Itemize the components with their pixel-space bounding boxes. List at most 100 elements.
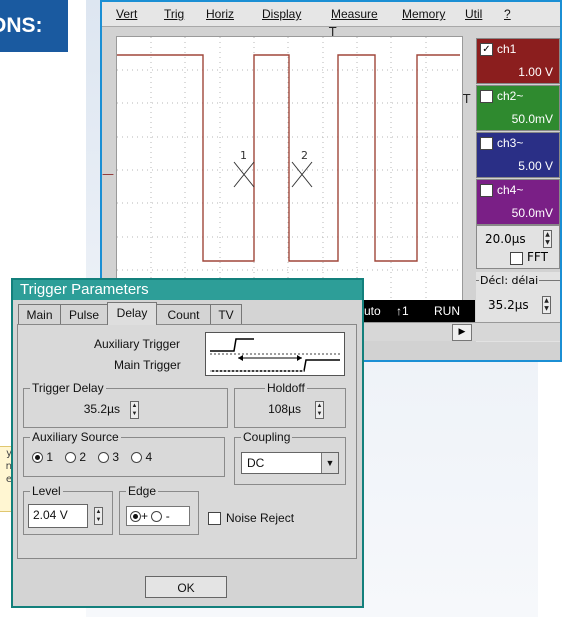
trigger-parameters-dialog: Trigger Parameters Main Pulse Delay Coun… bbox=[11, 278, 364, 608]
trigger-delay-spinner[interactable]: ▲ ▼ bbox=[130, 401, 139, 419]
tab-pulse[interactable]: Pulse bbox=[60, 304, 108, 324]
noise-reject-option[interactable]: Noise Reject bbox=[208, 511, 294, 525]
level-group: Level 2.04 V ▲ ▼ bbox=[23, 484, 113, 535]
holdoff-label: Holdoff bbox=[265, 381, 307, 395]
edge-group: Edge + - bbox=[119, 484, 199, 535]
status-bar: Auto ↑1 RUN bbox=[354, 300, 475, 322]
ch1-label: ch1 bbox=[497, 42, 517, 56]
ch1-waveform bbox=[117, 54, 460, 262]
ch1-scale: 1.00 V bbox=[518, 65, 553, 79]
holdoff-field[interactable]: 108µs bbox=[247, 399, 305, 421]
tab-tv[interactable]: TV bbox=[210, 304, 242, 324]
auxiliary-source-group: Auxiliary Source 1 2 3 4 bbox=[23, 430, 225, 477]
aux-source-option-1[interactable]: 1 bbox=[32, 450, 53, 464]
level-label: Level bbox=[30, 484, 63, 498]
menu-trig[interactable]: Trig bbox=[164, 7, 184, 21]
aux-source-option-4[interactable]: 4 bbox=[131, 450, 152, 464]
dialog-title: Trigger Parameters bbox=[13, 280, 362, 300]
edge-falling-option[interactable]: - bbox=[151, 509, 170, 523]
menu-help[interactable]: ? bbox=[504, 7, 511, 21]
waveform-display[interactable]: 1 2 bbox=[116, 36, 463, 306]
ground-marker-icon: — bbox=[102, 167, 114, 181]
aux-option-label: 4 bbox=[145, 450, 153, 464]
header-banner: ONS: bbox=[0, 0, 68, 52]
tab-delay[interactable]: Delay bbox=[107, 302, 157, 325]
coupling-value: DC bbox=[247, 456, 265, 470]
trigger-delay-field[interactable]: 35.2µs bbox=[54, 399, 124, 421]
delay-timing-diagram bbox=[205, 332, 345, 376]
ch2-label: ch2~ bbox=[497, 89, 524, 103]
trigger-delay-label: Trigger Delay bbox=[30, 381, 106, 395]
channel-1-button[interactable]: ✓ ch1 1.00 V bbox=[476, 38, 560, 84]
ch2-checkbox[interactable] bbox=[480, 89, 493, 103]
menu-memory[interactable]: Memory bbox=[402, 7, 445, 21]
delay-label: Décl: délai bbox=[479, 274, 540, 287]
trigger-source-icon: ↑1 bbox=[396, 304, 409, 318]
tab-main[interactable]: Main bbox=[18, 304, 61, 324]
radio-icon bbox=[130, 511, 141, 523]
trigger-delay-group: Trigger Delay 35.2µs ▲ ▼ bbox=[23, 381, 228, 428]
timing-diagram-icon bbox=[210, 338, 340, 372]
timebase-spinner[interactable]: ▲ ▼ bbox=[543, 230, 552, 248]
coupling-select[interactable]: DC ▼ bbox=[241, 452, 339, 474]
radio-icon bbox=[131, 452, 143, 464]
ch3-checkbox[interactable] bbox=[480, 136, 493, 150]
channel-3-button[interactable]: ch3~ 5.00 V bbox=[476, 132, 560, 178]
menu-display[interactable]: Display bbox=[262, 7, 301, 21]
edge-label: Edge bbox=[126, 484, 159, 498]
ch4-label: ch4~ bbox=[497, 183, 524, 197]
scroll-right-button[interactable]: ▶ bbox=[452, 324, 472, 341]
level-spinner[interactable]: ▲ ▼ bbox=[94, 507, 103, 525]
menu-horiz[interactable]: Horiz bbox=[206, 7, 234, 21]
level-field[interactable]: 2.04 V bbox=[28, 504, 88, 528]
aux-option-label: 1 bbox=[46, 450, 54, 464]
noise-reject-checkbox[interactable] bbox=[208, 511, 221, 525]
radio-icon bbox=[65, 452, 77, 464]
aux-source-option-2[interactable]: 2 bbox=[65, 450, 86, 464]
menu-util[interactable]: Util bbox=[465, 7, 482, 21]
holdoff-group: Holdoff 108µs ▲ ▼ bbox=[234, 381, 346, 428]
ok-button[interactable]: OK bbox=[145, 576, 227, 598]
auxiliary-source-radios: 1 2 3 4 bbox=[32, 450, 152, 464]
radio-icon bbox=[98, 452, 110, 464]
timebase-value: 20.0µs bbox=[485, 232, 526, 246]
menu-vert[interactable]: Vert bbox=[116, 7, 137, 21]
cursor-1-icon bbox=[233, 161, 255, 188]
auxiliary-source-label: Auxiliary Source bbox=[30, 430, 121, 444]
radio-icon bbox=[151, 511, 163, 523]
trigger-level-marker: T bbox=[463, 92, 471, 106]
delay-spinner[interactable]: ▲ ▼ bbox=[542, 296, 551, 314]
fft-label: FFT bbox=[527, 250, 548, 264]
edge-option-label: - bbox=[165, 509, 170, 523]
coupling-label: Coupling bbox=[241, 430, 293, 444]
ch4-scale: 50.0mV bbox=[511, 206, 553, 220]
noise-reject-label: Noise Reject bbox=[226, 511, 295, 525]
ch1-checkbox[interactable]: ✓ bbox=[480, 42, 493, 56]
waveform-plot: 1 2 bbox=[117, 37, 460, 303]
run-status[interactable]: RUN bbox=[434, 304, 460, 318]
ch4-checkbox[interactable] bbox=[480, 183, 493, 197]
chevron-down-icon[interactable]: ▼ bbox=[321, 453, 338, 473]
tab-count[interactable]: Count bbox=[156, 304, 211, 324]
channel-2-button[interactable]: ch2~ 50.0mV bbox=[476, 85, 560, 131]
edge-selector: + - bbox=[126, 506, 190, 526]
cursor-1-label: 1 bbox=[240, 149, 247, 162]
ch2-scale: 50.0mV bbox=[511, 112, 553, 126]
fft-checkbox[interactable] bbox=[510, 252, 523, 265]
aux-trigger-label: Auxiliary Trigger bbox=[94, 337, 181, 351]
aux-source-option-3[interactable]: 3 bbox=[98, 450, 119, 464]
menu-measure[interactable]: Measure bbox=[331, 7, 378, 21]
ch3-label: ch3~ bbox=[497, 136, 524, 150]
delay-tab-panel: Auxiliary Trigger Main Trigger Trigger D… bbox=[17, 324, 357, 559]
holdoff-spinner[interactable]: ▲ ▼ bbox=[315, 401, 324, 419]
delay-value: 35.2µs bbox=[488, 298, 529, 312]
coupling-group: Coupling DC ▼ bbox=[234, 430, 346, 485]
aux-option-label: 3 bbox=[112, 450, 120, 464]
edge-option-label: + bbox=[141, 509, 149, 523]
cursor-2-icon bbox=[291, 161, 313, 188]
timebase-control: 20.0µs ▲ ▼ FFT bbox=[476, 225, 560, 269]
edge-rising-option[interactable]: + bbox=[130, 509, 148, 523]
main-trigger-label: Main Trigger bbox=[114, 358, 181, 372]
channel-4-button[interactable]: ch4~ 50.0mV bbox=[476, 179, 560, 225]
radio-icon bbox=[32, 452, 43, 464]
